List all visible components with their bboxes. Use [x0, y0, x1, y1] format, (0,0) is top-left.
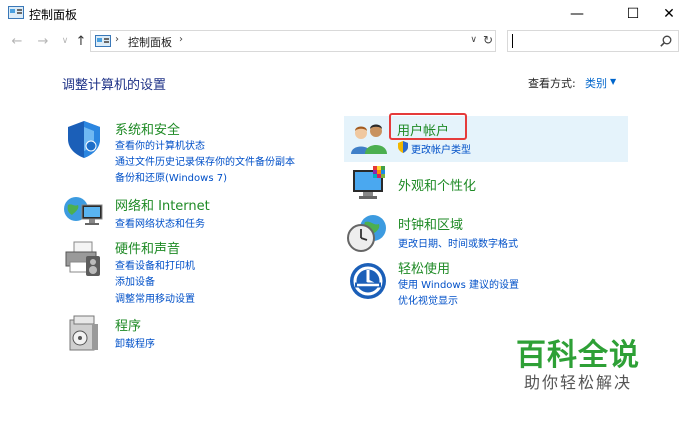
link-recommended-settings[interactable]: 使用 Windows 建议的设置	[398, 276, 519, 291]
category-ease-of-access[interactable]: 轻松使用	[398, 258, 450, 277]
close-button[interactable]: ✕	[646, 0, 692, 28]
link-change-account-type[interactable]: 更改帐户类型	[411, 141, 471, 156]
link-add-device[interactable]: 添加设备	[115, 273, 155, 288]
link-view-computer-status[interactable]: 查看你的计算机状态	[115, 137, 205, 152]
link-network-status[interactable]: 查看网络状态和任务	[115, 215, 205, 230]
control-panel-icon	[8, 6, 24, 19]
network-globe-icon[interactable]	[62, 193, 104, 231]
category-user-accounts[interactable]: 用户帐户	[397, 120, 449, 139]
link-uninstall-program[interactable]: 卸载程序	[115, 335, 155, 350]
chevron-down-icon[interactable]: ▼	[610, 77, 616, 86]
link-change-date-time[interactable]: 更改日期、时间或数字格式	[398, 235, 518, 250]
back-button[interactable]: ←	[8, 32, 26, 50]
breadcrumb-separator[interactable]: ›	[115, 34, 119, 45]
breadcrumb-separator[interactable]: ›	[179, 34, 183, 45]
link-file-history-backup[interactable]: 通过文件历史记录保存你的文件备份副本	[115, 153, 295, 168]
text-cursor	[512, 34, 513, 48]
refresh-button[interactable]: ↻	[483, 33, 493, 47]
minimize-button[interactable]: —	[554, 0, 600, 28]
control-panel-icon	[95, 35, 111, 47]
shield-icon[interactable]	[64, 119, 104, 159]
address-dropdown-button[interactable]: ∨	[470, 35, 477, 45]
navigation-bar: ← → ∨ ↑ › 控制面板 › ∨ ↻	[0, 28, 692, 54]
title-bar: 控制面板 — ☐ ✕	[0, 0, 692, 28]
link-devices-printers[interactable]: 查看设备和打印机	[115, 257, 195, 272]
printer-icon[interactable]	[62, 238, 104, 278]
category-clock-region[interactable]: 时钟和区域	[398, 214, 463, 233]
clock-globe-icon[interactable]	[345, 212, 389, 254]
breadcrumb-control-panel[interactable]: 控制面板	[128, 34, 172, 50]
link-optimize-visual-display[interactable]: 优化视觉显示	[398, 292, 458, 307]
up-button[interactable]: ↑	[72, 32, 90, 50]
category-network-internet[interactable]: 网络和 Internet	[115, 195, 210, 214]
address-bar[interactable]: › 控制面板 › ∨ ↻	[90, 30, 496, 52]
search-input[interactable]	[507, 30, 679, 52]
category-appearance[interactable]: 外观和个性化	[398, 175, 476, 194]
category-hardware-sound[interactable]: 硬件和声音	[115, 238, 180, 257]
view-by-label: 查看方式:	[528, 77, 576, 90]
link-mobility-settings[interactable]: 调整常用移动设置	[115, 290, 195, 305]
accessibility-icon[interactable]	[348, 261, 388, 301]
watermark-brand: 百科全说	[516, 338, 640, 373]
programs-icon[interactable]	[66, 314, 102, 354]
view-by-dropdown[interactable]: 类别	[585, 75, 607, 91]
search-icon[interactable]	[660, 35, 672, 47]
watermark-tagline: 助你轻松解决	[524, 373, 633, 392]
forward-button[interactable]: →	[34, 32, 52, 50]
page-title: 调整计算机的设置	[62, 78, 167, 93]
users-icon[interactable]	[349, 120, 389, 158]
category-system-security[interactable]: 系统和安全	[115, 119, 180, 138]
link-backup-restore[interactable]: 备份和还原(Windows 7)	[115, 169, 227, 184]
window-title: 控制面板	[29, 8, 78, 22]
category-programs[interactable]: 程序	[115, 315, 141, 334]
monitor-palette-icon[interactable]	[349, 164, 391, 204]
uac-shield-icon	[398, 141, 408, 153]
